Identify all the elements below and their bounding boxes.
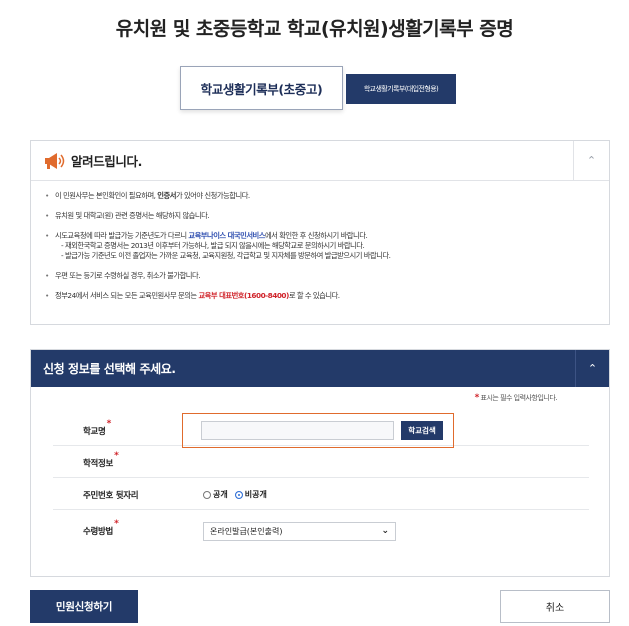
school-search-highlight: 학교검색 [182, 413, 454, 448]
form-title: 신청 정보를 선택해 주세요. [43, 362, 176, 376]
cancel-button[interactable]: 취소 [500, 590, 610, 623]
notice-item: • 시도교육청에 따라 발급가능 기준년도가 다르니 교육부나이스 대국민서비스에… [45, 231, 368, 240]
notice-item: • 우편 또는 등기로 수령하실 경우, 취소가 불가합니다. [45, 271, 201, 280]
required-note: * 표시는 필수 입력사항입니다. [474, 393, 558, 403]
rrn-private-radio[interactable] [234, 490, 243, 499]
notice-panel: 알려드립니다. ⌃ • 이 민원사무는 본인확인이 필요하며, 인증서가 있어야 … [30, 140, 610, 325]
tab-record-elementary-middle-high[interactable]: 학교생활기록부(초중고) [180, 66, 343, 110]
notice-sub-item: - 재외한국학교 증명서는 2013년 이후부터 가능하나, 발급 되지 않을시… [61, 241, 365, 250]
form-header: 신청 정보를 선택해 주세요. ⌃ [31, 350, 609, 387]
notice-title: 알려드립니다. [71, 154, 142, 169]
application-form: 신청 정보를 선택해 주세요. ⌃ * 표시는 필수 입력사항입니다. 학교명 *… [30, 349, 610, 577]
receipt-label: 수령방법 * [83, 519, 119, 537]
receipt-method-select[interactable]: 온라인발급(본인출력) ⌄ [203, 521, 396, 541]
notice-sub-item: - 발급가능 기준년도 이전 졸업자는 가까운 교육청, 교육지원청, 각급학교… [61, 251, 391, 260]
notice-body: • 이 민원사무는 본인확인이 필요하며, 인증서가 있어야 신청가능합니다. •… [31, 181, 609, 301]
tab-record-college-admission[interactable]: 학교생활기록부(대입전형용) [346, 74, 456, 104]
form-collapse-button[interactable]: ⌃ [575, 350, 609, 387]
rrn-public-radio[interactable] [203, 490, 211, 499]
notice-header: 알려드립니다. ⌃ [31, 141, 609, 181]
apply-button[interactable]: 민원신청하기 [30, 590, 138, 623]
megaphone-icon [45, 152, 65, 169]
school-search-button[interactable]: 학교검색 [401, 421, 443, 440]
page-title: 유치원 및 초중등학교 학교(유치원)생활기록부 증명 [115, 18, 514, 40]
rrn-radio-group: 공개 비공개 [203, 489, 274, 500]
school-label: 학교명 * [83, 418, 111, 437]
notice-item: • 이 민원사무는 본인확인이 필요하며, 인증서가 있어야 신청가능합니다. [45, 191, 250, 200]
notice-item: • 정부24에서 서비스 되는 모든 교육민원사무 문의는 교육부 대표번호(16… [45, 291, 340, 300]
chevron-up-icon: ⌃ [587, 362, 598, 375]
receipt-row: 수령방법 * 온라인발급(본인출력) ⌄ [53, 516, 589, 546]
notice-item: • 유치원 및 대학교(원) 관련 증명서는 해당하지 않습니다. [45, 211, 210, 220]
record-label: 학적정보 * [83, 450, 119, 469]
school-name-input[interactable] [201, 421, 394, 440]
neis-service-link[interactable]: 교육부나이스 대국민서비스 [188, 231, 265, 240]
chevron-down-icon: ⌄ [381, 526, 389, 536]
record-row: 학적정보 * [53, 448, 589, 478]
chevron-up-icon: ⌃ [586, 154, 597, 167]
notice-collapse-button[interactable]: ⌃ [573, 141, 609, 180]
rrn-row: 주민번호 뒷자리 공개 비공개 [53, 480, 589, 510]
rrn-label: 주민번호 뒷자리 [83, 490, 139, 501]
